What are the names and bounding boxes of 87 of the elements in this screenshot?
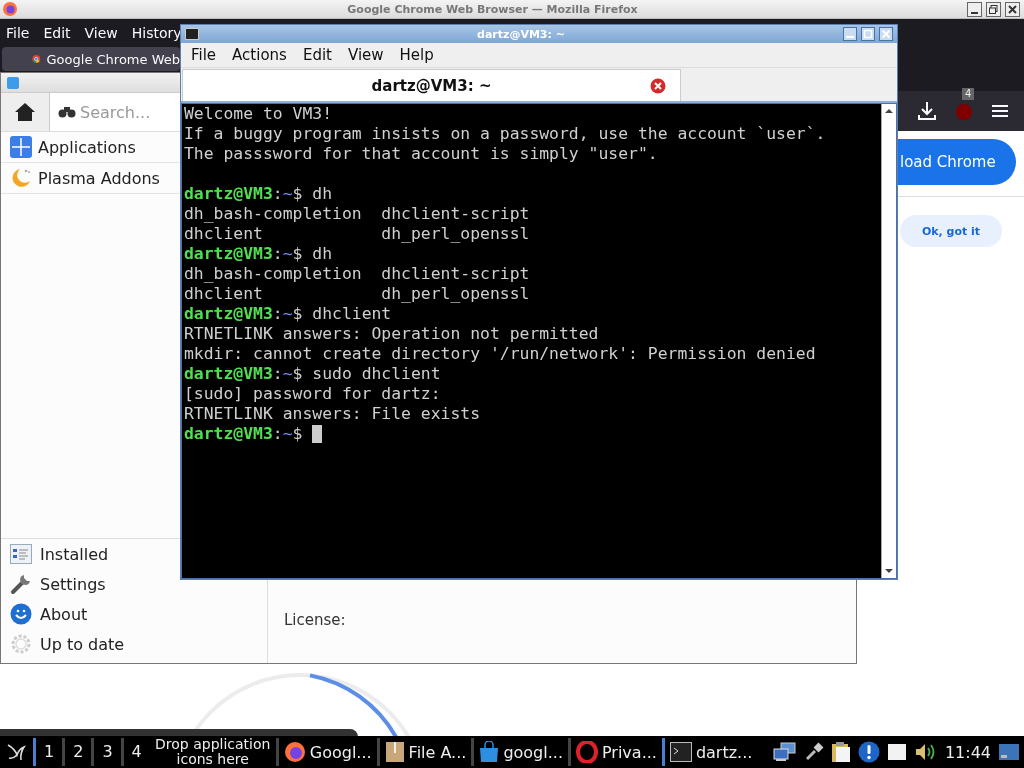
terminal-icon xyxy=(669,742,692,762)
restore-icon[interactable] xyxy=(986,1,1001,17)
terminal-icon xyxy=(185,28,199,40)
terminal-line: RTNETLINK answers: Operation not permitted xyxy=(184,324,600,344)
sidebar-item[interactable]: Plasma Addons xyxy=(1,163,180,194)
close-tab-icon[interactable] xyxy=(650,78,666,94)
desktop-icon[interactable] xyxy=(998,743,1020,761)
list-icon xyxy=(10,543,32,565)
sidebar-item[interactable]: Installed xyxy=(1,539,180,569)
home-button[interactable] xyxy=(1,93,50,131)
chrome-logo-icon xyxy=(32,52,41,66)
terminal-line: If a buggy program insists on a password, use the account `user`. xyxy=(184,124,827,144)
app-icon xyxy=(7,76,19,89)
smiley-icon xyxy=(10,603,32,625)
menu-item[interactable]: Help xyxy=(399,46,434,64)
terminal-line: dartz@VM3:~$ dh xyxy=(184,184,334,204)
menu-icon[interactable] xyxy=(992,104,1008,118)
wrench-icon xyxy=(10,573,32,595)
alert-icon[interactable] xyxy=(857,741,880,763)
fox-logo-icon xyxy=(283,741,306,763)
menu-item[interactable]: View xyxy=(347,46,384,64)
window-title: dartz@VM3: ~ xyxy=(476,27,566,41)
menu-item[interactable]: History xyxy=(131,24,182,41)
binoculars-icon xyxy=(58,106,76,118)
drive-icon[interactable] xyxy=(886,743,907,761)
fox-logo-icon xyxy=(2,1,18,17)
terminal-line: [sudo] password for dartz: xyxy=(184,384,442,404)
terminal-line: dh_bash-completion dhclient-script xyxy=(184,264,531,284)
license-label: License: xyxy=(284,611,347,629)
gear-icon xyxy=(10,633,32,655)
menu-item[interactable]: File xyxy=(191,46,217,64)
terminal-line: dartz@VM3:~$ dh xyxy=(184,244,334,264)
task-button[interactable]: dartz... xyxy=(661,738,758,766)
package-icon xyxy=(384,741,405,763)
workspace-button[interactable]: 2 xyxy=(62,738,92,766)
close-icon[interactable] xyxy=(1005,1,1020,17)
task-button[interactable]: Priva... xyxy=(567,738,662,766)
terminal-line: dhclient dh_perl_openssl xyxy=(184,224,531,244)
download-icon[interactable] xyxy=(918,101,936,121)
menu-item[interactable]: Edit xyxy=(43,24,71,41)
menu-item[interactable]: Edit xyxy=(302,46,332,64)
grid-icon xyxy=(10,136,32,158)
menu-item[interactable]: File xyxy=(6,24,30,41)
terminal-prompt: dartz@VM3:~$ xyxy=(184,424,303,444)
network-icon[interactable] xyxy=(772,742,797,762)
sidebar-item[interactable]: Applications xyxy=(1,132,180,163)
shopping-bag-icon xyxy=(479,741,500,763)
browser-tab[interactable]: Google Chrome Web xyxy=(2,47,180,71)
maximize-icon[interactable] xyxy=(861,27,875,41)
workspace-button[interactable]: 1 xyxy=(33,738,63,766)
terminal-line: mkdir: cannot create directory '/run/network': Permission denied xyxy=(184,344,817,364)
sidebar-item[interactable]: Settings xyxy=(1,569,180,599)
minimize-icon[interactable] xyxy=(967,1,982,17)
menu-item[interactable]: View xyxy=(84,24,118,41)
count-badge: 4 xyxy=(962,88,975,100)
clock[interactable]: 11:44 xyxy=(944,742,991,762)
launcher-hint: Drop application icons here xyxy=(154,737,272,767)
scrollbar[interactable] xyxy=(881,104,896,578)
terminal-line: Welcome to VM3! xyxy=(184,104,334,124)
minimize-icon[interactable] xyxy=(843,27,857,41)
clipboard-icon[interactable] xyxy=(830,741,851,763)
home-icon xyxy=(14,102,36,122)
task-button[interactable]: File A... xyxy=(376,738,472,766)
terminal-line: dartz@VM3:~$ sudo dhclient xyxy=(184,364,442,384)
terminal-line: RTNETLINK answers: File exists xyxy=(184,404,482,424)
terminal-line: dhclient dh_perl_openssl xyxy=(184,284,531,304)
bird-menu-icon[interactable] xyxy=(5,741,27,763)
window-title: Google Chrome Web Browser — Mozilla Firefox xyxy=(346,2,639,16)
sidebar-item[interactable]: Up to date xyxy=(1,629,180,659)
ring-logo-icon xyxy=(575,741,598,763)
terminal-line: dartz@VM3:~$ dhclient xyxy=(184,304,393,324)
search-field[interactable]: Search... xyxy=(80,102,180,122)
menu-item[interactable]: Actions xyxy=(232,46,287,64)
close-icon[interactable] xyxy=(879,27,893,41)
terminal-line: The passsword for that account is simply "user". xyxy=(184,144,659,164)
task-button[interactable]: Googl... xyxy=(275,738,377,766)
terminal-line: dh_bash-completion dhclient-script xyxy=(184,204,531,224)
terminal-tab[interactable]: dartz@VM3: ~ xyxy=(182,69,681,101)
sidebar-item[interactable]: About xyxy=(1,599,180,629)
crescent-icon xyxy=(10,167,32,189)
usb-plug-icon[interactable] xyxy=(803,742,824,762)
ok-button[interactable]: Ok, got it xyxy=(900,215,1002,247)
workspace-button[interactable]: 3 xyxy=(91,738,121,766)
task-button[interactable]: googl... xyxy=(471,738,568,766)
workspace-button[interactable]: 4 xyxy=(120,738,150,766)
download-button[interactable]: load Chrome xyxy=(898,139,1016,185)
text-cursor xyxy=(312,425,323,443)
